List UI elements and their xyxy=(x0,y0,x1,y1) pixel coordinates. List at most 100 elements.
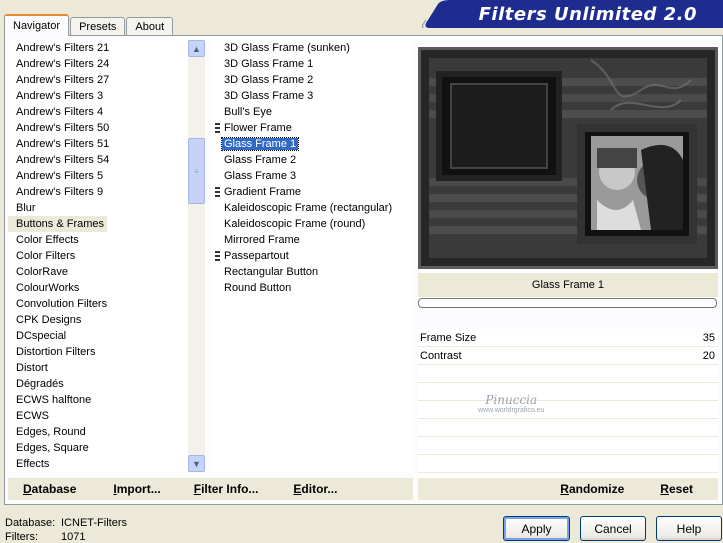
category-list[interactable]: Andrew's Filters 21 Andrew's Filters 24 An… xyxy=(8,40,188,472)
category-item[interactable]: Andrew's Filters 50 xyxy=(8,120,188,136)
category-item-label: Blur xyxy=(16,202,36,214)
category-item[interactable]: Andrew's Filters 3 xyxy=(8,88,188,104)
apply-button[interactable]: Apply xyxy=(503,516,570,541)
category-item-label: Andrew's Filters 24 xyxy=(16,58,110,70)
status-area: Database: ICNET-Filters Filters: 1071 xyxy=(5,516,127,543)
import-button[interactable]: Import... xyxy=(113,482,160,496)
filter-item[interactable]: 3D Glass Frame 1 xyxy=(211,56,412,72)
category-item-label: Effects xyxy=(16,458,50,470)
watermark-url: www.worldrgrafico.eu xyxy=(478,407,545,414)
category-item-label: Andrew's Filters 51 xyxy=(16,138,110,150)
app-title-banner: Filters Unlimited 2.0 xyxy=(420,0,723,29)
tab-navigator[interactable]: Navigator xyxy=(4,14,70,36)
filter-item-label: Rectangular Button xyxy=(224,266,319,278)
filter-item-label: Flower Frame xyxy=(224,122,292,134)
param-value: 35 xyxy=(702,332,715,344)
filter-list[interactable]: 3D Glass Frame (sunken) 3D Glass Frame 1 3… xyxy=(211,40,412,472)
filter-item[interactable]: Mirrored Frame xyxy=(211,232,412,248)
editor-button[interactable]: Editor... xyxy=(293,482,337,496)
category-item[interactable]: Andrew's Filters 54 xyxy=(8,152,188,168)
category-item-label: CPK Designs xyxy=(16,314,82,326)
list-action-bar: Database Import... Filter Info... Editor… xyxy=(8,478,413,500)
tab-about[interactable]: About xyxy=(126,17,174,36)
filter-item[interactable]: Glass Frame 1 xyxy=(211,136,412,152)
category-item[interactable]: Edges, Round xyxy=(8,424,188,440)
param-row-empty xyxy=(418,455,718,473)
filter-item[interactable]: Rectangular Button xyxy=(211,264,412,280)
filter-item[interactable]: Kaleidoscopic Frame (rectangular) xyxy=(211,200,412,216)
category-item-label: Andrew's Filters 9 xyxy=(16,186,104,198)
category-item-label: Andrew's Filters 50 xyxy=(16,122,110,134)
category-item[interactable]: Edges, Square xyxy=(8,440,188,456)
randomize-button[interactable]: Randomize xyxy=(560,482,624,496)
category-item[interactable]: Andrew's Filters 24 xyxy=(8,56,188,72)
category-item-label: Dégradés xyxy=(16,378,64,390)
filter-item[interactable]: 3D Glass Frame 2 xyxy=(211,72,412,88)
filter-item[interactable]: Glass Frame 3 xyxy=(211,168,412,184)
database-button[interactable]: Database xyxy=(23,482,76,496)
category-item[interactable]: Distortion Filters xyxy=(8,344,188,360)
category-item[interactable]: Andrew's Filters 5 xyxy=(8,168,188,184)
filter-item[interactable]: Flower Frame xyxy=(211,120,412,136)
tab-presets[interactable]: Presets xyxy=(70,17,126,36)
filter-item-label: Glass Frame 3 xyxy=(224,170,297,182)
param-row-empty xyxy=(418,401,718,419)
chevron-down-icon[interactable]: ▼ xyxy=(188,455,205,472)
category-item[interactable]: ColorRave xyxy=(8,264,188,280)
category-item-label: Andrew's Filters 5 xyxy=(16,170,104,182)
category-item[interactable]: Dégradés xyxy=(8,376,188,392)
category-item-label: Andrew's Filters 3 xyxy=(16,90,104,102)
param-row-empty xyxy=(418,365,718,383)
param-label: Frame Size xyxy=(420,332,477,344)
filter-item[interactable]: Gradient Frame xyxy=(211,184,412,200)
reset-button[interactable]: Reset xyxy=(660,482,693,496)
category-item-label: Andrew's Filters 21 xyxy=(16,42,110,54)
param-row-contrast[interactable]: Contrast 20 xyxy=(418,347,718,365)
param-value: 20 xyxy=(702,350,715,362)
filter-item-label: Mirrored Frame xyxy=(224,234,300,246)
filter-item-label: Glass Frame 2 xyxy=(224,154,297,166)
database-value: ICNET-Filters xyxy=(61,517,127,529)
category-item[interactable]: Andrew's Filters 9 xyxy=(8,184,188,200)
filter-item[interactable]: Kaleidoscopic Frame (round) xyxy=(211,216,412,232)
category-item[interactable]: Convolution Filters xyxy=(8,296,188,312)
category-item-label: Color Effects xyxy=(16,234,79,246)
category-item[interactable]: Andrew's Filters 4 xyxy=(8,104,188,120)
watermark-signature: Pinuccia xyxy=(485,393,538,407)
category-item-label: DCspecial xyxy=(16,330,67,342)
category-item[interactable]: Andrew's Filters 21 xyxy=(8,40,188,56)
database-label: Database: xyxy=(5,517,56,529)
cancel-button[interactable]: Cancel xyxy=(580,516,646,541)
filter-item[interactable]: 3D Glass Frame 3 xyxy=(211,88,412,104)
category-item[interactable]: ECWS halftone xyxy=(8,392,188,408)
category-item-label: Edges, Round xyxy=(16,426,86,438)
category-item[interactable]: Andrew's Filters 27 xyxy=(8,72,188,88)
stack-marker-icon xyxy=(215,251,220,261)
category-item[interactable]: Andrew's Filters 51 xyxy=(8,136,188,152)
filter-item[interactable]: Glass Frame 2 xyxy=(211,152,412,168)
chevron-up-icon[interactable]: ▲ xyxy=(188,40,205,57)
progress-bar xyxy=(418,298,717,308)
filter-info-button[interactable]: Filter Info... xyxy=(194,482,259,496)
filter-item[interactable]: 3D Glass Frame (sunken) xyxy=(211,40,412,56)
filter-item[interactable]: Round Button xyxy=(211,280,412,296)
category-item-label: Color Filters xyxy=(16,250,76,262)
category-item[interactable]: Effects xyxy=(8,456,188,472)
category-item[interactable]: ECWS xyxy=(8,408,188,424)
category-item[interactable]: DCspecial xyxy=(8,328,188,344)
category-item[interactable]: CPK Designs xyxy=(8,312,188,328)
category-item[interactable]: Buttons & Frames xyxy=(8,216,188,232)
category-item[interactable]: Color Effects xyxy=(8,232,188,248)
param-row-frame-size[interactable]: Frame Size 35 xyxy=(418,329,718,347)
category-item[interactable]: Blur xyxy=(8,200,188,216)
filter-item[interactable]: Bull's Eye xyxy=(211,104,412,120)
help-button[interactable]: Help xyxy=(656,516,722,541)
category-scrollbar[interactable]: ▲ ≡ ▼ xyxy=(188,40,205,472)
scrollbar-thumb[interactable]: ≡ xyxy=(188,138,205,204)
category-item-label: Buttons & Frames xyxy=(8,216,108,232)
filter-item[interactable]: Passepartout xyxy=(211,248,412,264)
category-item-label: Andrew's Filters 4 xyxy=(16,106,104,118)
category-item[interactable]: Distort xyxy=(8,360,188,376)
category-item[interactable]: Color Filters xyxy=(8,248,188,264)
category-item[interactable]: ColourWorks xyxy=(8,280,188,296)
